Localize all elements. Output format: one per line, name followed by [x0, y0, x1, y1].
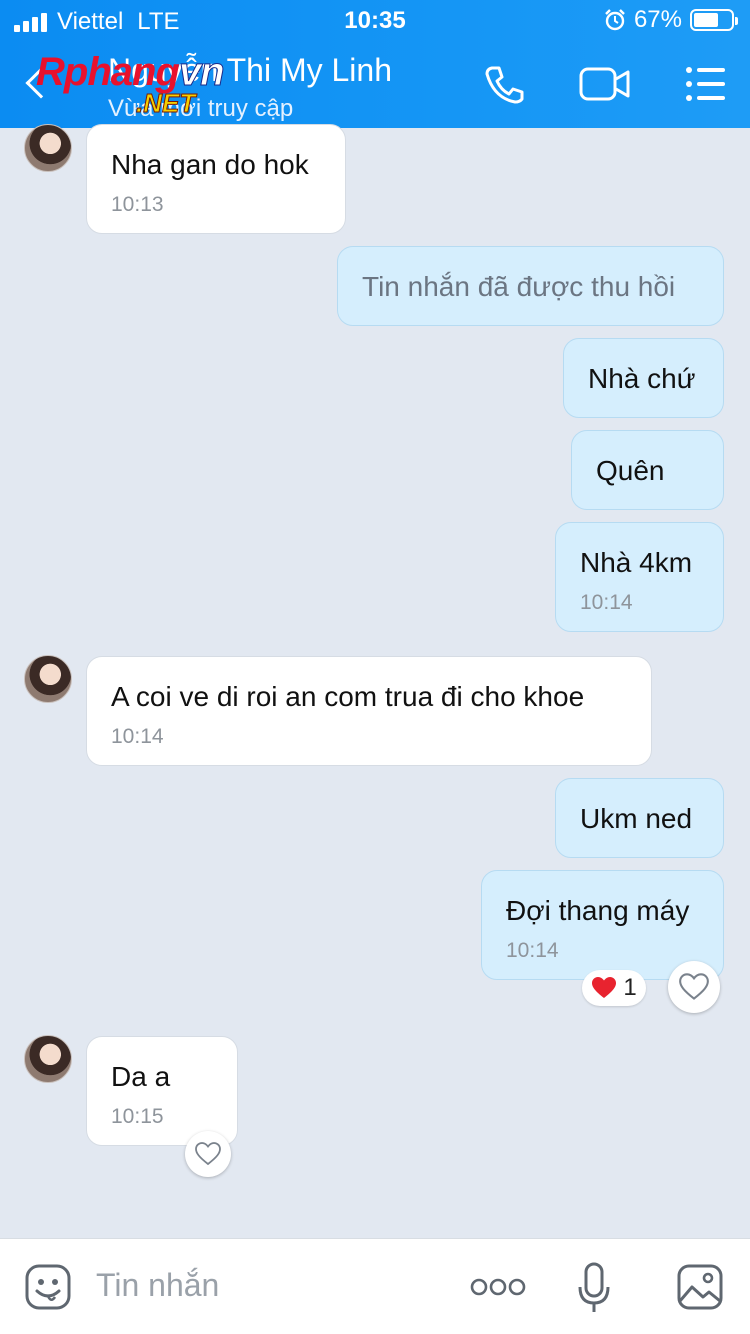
avatar[interactable] [24, 655, 72, 703]
message-bubble-outgoing[interactable]: Ukm ned [555, 778, 724, 858]
message-text: A coi ve di roi an com trua đi cho khoe [111, 681, 585, 712]
message-bubble-incoming[interactable]: Nha gan do hok 10:13 [86, 124, 346, 234]
message-text: Quên [596, 455, 665, 486]
message-input[interactable]: Tin nhắn [96, 1267, 219, 1304]
reaction-count: 1 [623, 974, 637, 1001]
message-time: 10:14 [580, 591, 633, 614]
message-time: 10:15 [111, 1105, 164, 1128]
more-icon[interactable] [470, 1275, 526, 1299]
message-text: Nha gan do hok [111, 149, 309, 180]
message-bubble-incoming[interactable]: A coi ve di roi an com trua đi cho khoe … [86, 656, 652, 766]
avatar[interactable] [24, 124, 72, 172]
image-icon[interactable] [676, 1263, 724, 1311]
message-text: Ukm ned [580, 803, 693, 834]
recalled-message-text: Tin nhắn đã được thu hồi [362, 271, 676, 302]
heart-icon [592, 977, 617, 998]
status-right: 67% [604, 6, 738, 34]
phone-icon[interactable] [482, 62, 526, 106]
chat-header: Viettel LTE 10:35 67% Nguyễn Thi My Linh… [0, 0, 750, 128]
heart-outline-icon [679, 973, 709, 1000]
reaction-badge[interactable]: 1 [582, 970, 646, 1006]
message-text: Nhà 4km [580, 547, 693, 578]
battery-percent: 67% [633, 6, 682, 33]
like-button[interactable] [668, 961, 720, 1013]
avatar[interactable] [24, 1035, 72, 1083]
watermark-logo: Rphangvn .NET [36, 50, 276, 120]
message-time: 10:14 [506, 939, 559, 962]
message-input-bar: Tin nhắn [0, 1238, 750, 1334]
emoji-icon[interactable] [24, 1263, 72, 1311]
message-time: 10:13 [111, 193, 164, 216]
like-button[interactable] [185, 1131, 231, 1177]
message-text: Da a [111, 1061, 171, 1092]
heart-outline-icon [195, 1142, 221, 1166]
message-bubble-outgoing[interactable]: Quên [571, 430, 724, 510]
alarm-icon [605, 9, 625, 31]
message-text: Nhà chứ [588, 363, 696, 394]
message-text: Đợi thang máy [506, 895, 690, 926]
watermark-net: .NET [135, 88, 196, 119]
battery-icon [690, 9, 738, 31]
message-time: 10:14 [111, 725, 164, 748]
message-bubble-incoming[interactable]: Da a 10:15 [86, 1036, 238, 1146]
video-call-icon[interactable] [578, 62, 632, 106]
microphone-icon[interactable] [577, 1261, 611, 1315]
message-bubble-outgoing[interactable]: Tin nhắn đã được thu hồi [337, 246, 724, 326]
message-bubble-outgoing[interactable]: Nhà chứ [563, 338, 724, 418]
message-bubble-outgoing[interactable]: Nhà 4km 10:14 [555, 522, 724, 632]
menu-icon[interactable] [684, 62, 728, 106]
status-bar: Viettel LTE 10:35 67% [0, 0, 750, 40]
